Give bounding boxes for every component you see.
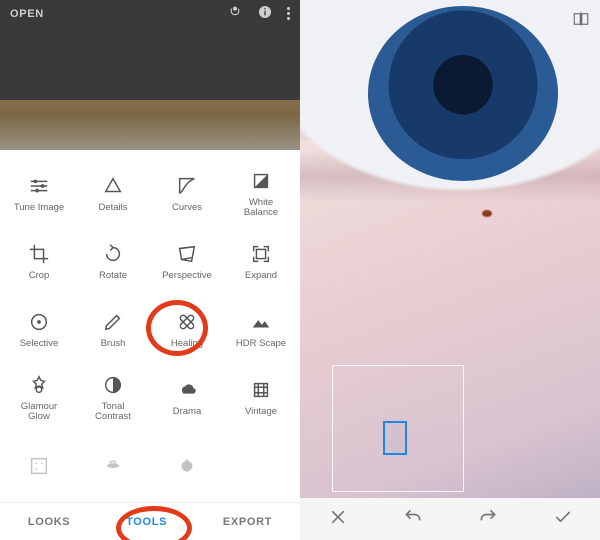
tool-vintage[interactable]: Vintage	[224, 364, 298, 432]
nav-tools[interactable]: TOOLS	[126, 516, 167, 528]
tool-rotate[interactable]: Rotate	[76, 228, 150, 296]
tool-tune-image[interactable]: Tune Image	[2, 160, 76, 228]
overflow-menu-icon[interactable]	[287, 7, 290, 20]
tool-label: Curves	[172, 203, 202, 213]
tool-details[interactable]: Details	[76, 160, 150, 228]
tool-label: Drama	[173, 407, 202, 417]
tool-label: Tune Image	[14, 203, 64, 213]
dimmed-preview	[0, 28, 300, 150]
tool-white-balance[interactable]: White Balance	[224, 160, 298, 228]
tool-more-1[interactable]	[2, 432, 76, 500]
redo-button[interactable]	[478, 507, 498, 532]
tool-brush[interactable]: Brush	[76, 296, 150, 364]
tool-label: Selective	[20, 339, 59, 349]
navigator-viewport[interactable]	[383, 421, 407, 455]
tool-selective[interactable]: Selective	[2, 296, 76, 364]
photo-canvas[interactable]	[300, 0, 600, 498]
tool-glamour-glow[interactable]: Glamour Glow	[2, 364, 76, 432]
tool-drama[interactable]: Drama	[150, 364, 224, 432]
tool-label: White Balance	[244, 198, 278, 219]
image-details-icon[interactable]	[227, 4, 243, 23]
open-button[interactable]: OPEN	[10, 8, 44, 20]
tool-label: Vintage	[245, 407, 277, 417]
blemish-spot	[482, 210, 492, 217]
tool-curves[interactable]: Curves	[150, 160, 224, 228]
tool-more-3[interactable]	[150, 432, 224, 500]
tool-more-4[interactable]	[224, 432, 298, 500]
nav-export[interactable]: EXPORT	[223, 516, 272, 528]
preview-thumbnail	[0, 100, 300, 150]
tool-label: Healing	[171, 339, 203, 349]
tool-label: Details	[98, 203, 127, 213]
tool-expand[interactable]: Expand	[224, 228, 298, 296]
apply-button[interactable]	[553, 507, 573, 532]
tool-tonal-contrast[interactable]: Tonal Contrast	[76, 364, 150, 432]
compare-icon[interactable]	[572, 10, 590, 28]
editor-left-panel: OPEN Tune Image Details	[0, 0, 300, 540]
tool-label: Perspective	[162, 271, 212, 281]
tool-label: Rotate	[99, 271, 127, 281]
tools-grid: Tune Image Details Curves White Balance …	[0, 150, 300, 502]
action-bar	[300, 498, 600, 540]
tool-hdr-scape[interactable]: HDR Scape	[224, 296, 298, 364]
navigator-frame[interactable]	[332, 365, 464, 492]
tool-label: Tonal Contrast	[95, 402, 131, 423]
cancel-button[interactable]	[328, 507, 348, 532]
tool-crop[interactable]: Crop	[2, 228, 76, 296]
tool-label: HDR Scape	[236, 339, 286, 349]
tool-more-2[interactable]	[76, 432, 150, 500]
undo-button[interactable]	[403, 507, 423, 532]
bottom-nav: LOOKS TOOLS EXPORT	[0, 502, 300, 540]
tool-label: Glamour Glow	[21, 402, 57, 423]
info-icon[interactable]	[257, 4, 273, 23]
nav-looks[interactable]: LOOKS	[28, 516, 70, 528]
top-bar: OPEN	[0, 0, 300, 28]
tool-label: Expand	[245, 271, 277, 281]
tool-label: Brush	[101, 339, 126, 349]
tool-label: Crop	[29, 271, 50, 281]
tool-perspective[interactable]: Perspective	[150, 228, 224, 296]
editor-right-panel	[300, 0, 600, 540]
tool-healing[interactable]: Healing	[150, 296, 224, 364]
